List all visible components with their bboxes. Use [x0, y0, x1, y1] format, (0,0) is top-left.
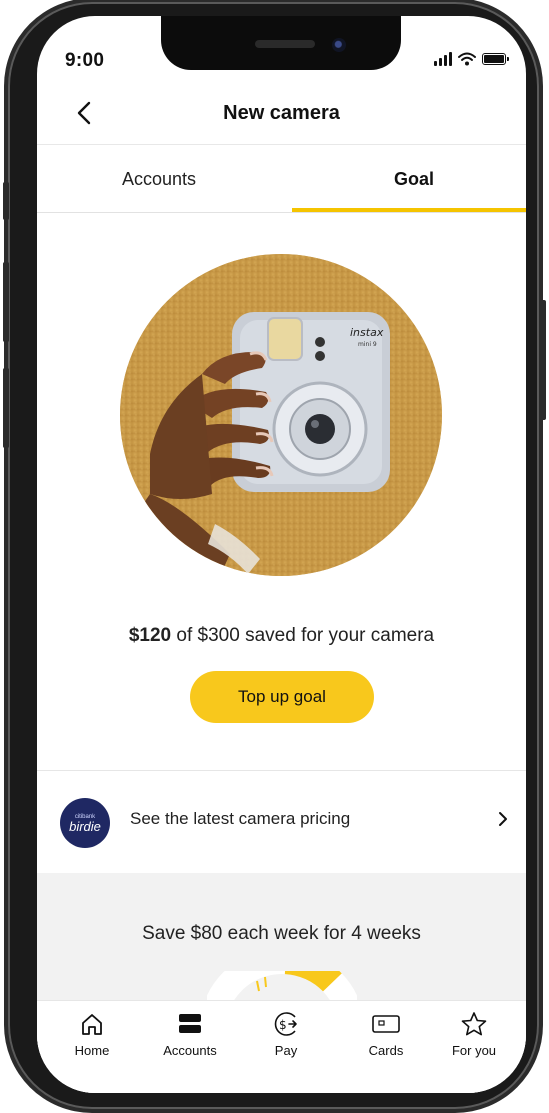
- tab-bar: Accounts Goal: [37, 146, 526, 212]
- nav-for-you[interactable]: For you: [429, 1011, 519, 1058]
- top-up-goal-button[interactable]: Top up goal: [190, 671, 374, 723]
- goal-progress-text: $120 of $300 saved for your camera: [37, 625, 526, 647]
- power-button: [540, 300, 546, 420]
- wifi-icon: [458, 52, 476, 66]
- signal-icon: [434, 52, 452, 66]
- nav-pay-label: Pay: [274, 1043, 298, 1058]
- chevron-right-icon: [499, 812, 507, 826]
- savings-plan-text: Save $80 each week for 4 weeks: [142, 923, 421, 944]
- status-icons: [434, 52, 509, 66]
- star-icon: [461, 1012, 487, 1036]
- saved-amount: $120: [128, 625, 172, 646]
- nav-cards-label: Cards: [368, 1043, 404, 1058]
- nav-accounts-label: Accounts: [163, 1043, 217, 1058]
- birdie-logo-word: birdie: [69, 818, 101, 834]
- promo-row[interactable]: citibank birdie See the latest camera pr…: [37, 771, 526, 871]
- pay-icon: $: [274, 1012, 297, 1036]
- accounts-icon: [179, 1014, 201, 1033]
- volume-down-button: [3, 368, 9, 448]
- app-screen: 9:00 New camera Accounts Goal instax min…: [37, 16, 526, 1093]
- nav-accounts[interactable]: Accounts: [145, 1011, 235, 1058]
- header: New camera: [37, 86, 526, 142]
- tab-goal[interactable]: Goal: [292, 146, 526, 212]
- nav-for-you-label: For you: [451, 1043, 497, 1058]
- promo-label: See the latest camera pricing: [130, 809, 351, 828]
- nav-home[interactable]: Home: [47, 1011, 137, 1058]
- home-icon: [82, 1014, 102, 1035]
- birdie-logo: citibank birdie: [60, 798, 110, 848]
- svg-text:$: $: [279, 1018, 287, 1032]
- volume-up-button: [3, 262, 9, 342]
- cards-icon: [372, 1015, 400, 1033]
- front-camera: [332, 38, 346, 52]
- notch: [161, 16, 401, 70]
- tabs-divider: [37, 212, 526, 213]
- svg-text:mini 9: mini 9: [358, 341, 377, 348]
- page-title: New camera: [223, 102, 340, 124]
- tab-accounts[interactable]: Accounts: [37, 146, 281, 212]
- status-time: 9:00: [65, 50, 105, 71]
- speaker: [255, 40, 315, 48]
- svg-text:instax: instax: [350, 326, 384, 339]
- bottom-nav: Home Accounts $ Pay Cards For you: [37, 1000, 526, 1093]
- saved-rest: of $300 saved for your camera: [171, 625, 435, 646]
- nav-home-label: Home: [74, 1043, 110, 1058]
- header-divider: [37, 144, 526, 145]
- battery-icon: [482, 53, 509, 65]
- silent-switch: [3, 182, 9, 220]
- nav-pay[interactable]: $ Pay: [241, 1011, 331, 1058]
- goal-image: instax mini 9: [120, 254, 442, 576]
- nav-cards[interactable]: Cards: [341, 1011, 431, 1058]
